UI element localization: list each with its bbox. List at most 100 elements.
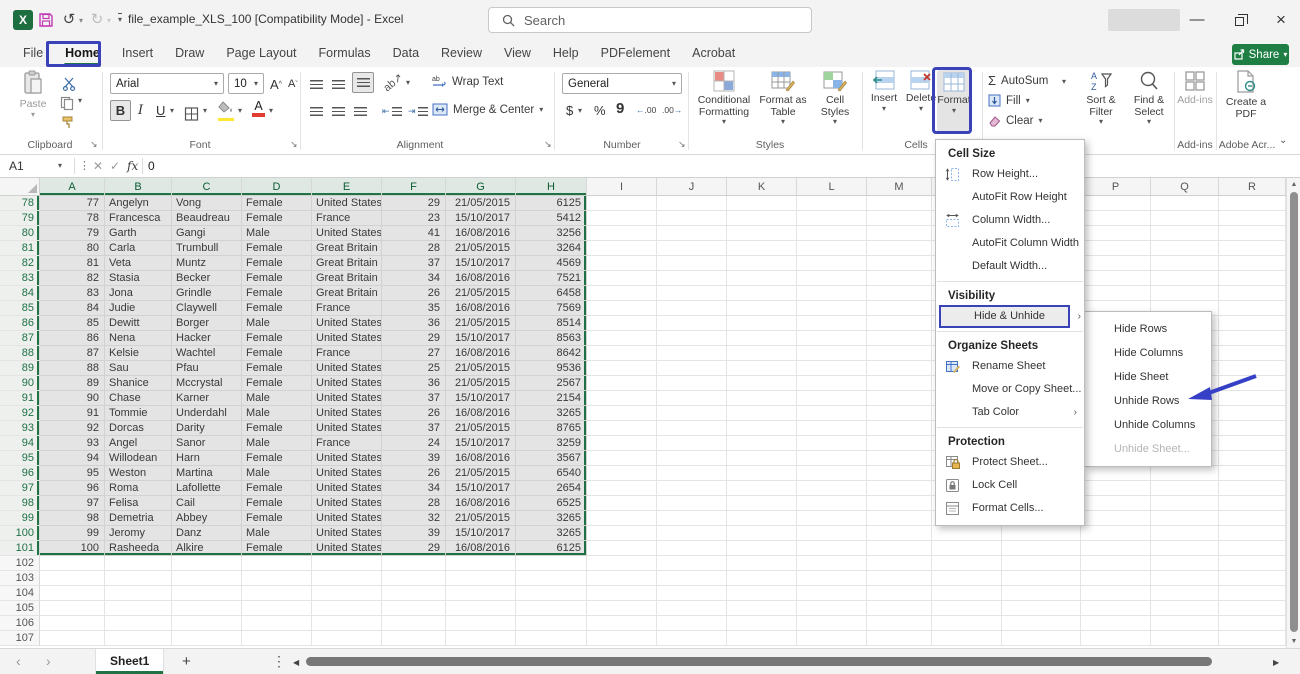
cell-R90[interactable] bbox=[1219, 376, 1286, 391]
row-header-80[interactable]: 80 bbox=[0, 226, 40, 241]
cell-N101[interactable] bbox=[932, 541, 1002, 556]
cell-R103[interactable] bbox=[1219, 571, 1286, 586]
cell-I82[interactable] bbox=[587, 256, 657, 271]
cell-B104[interactable] bbox=[105, 586, 172, 601]
vertical-scrollbar[interactable]: ▲ ▼ bbox=[1286, 178, 1300, 648]
cell-R105[interactable] bbox=[1219, 601, 1286, 616]
cell-D104[interactable] bbox=[242, 586, 312, 601]
row-header-78[interactable]: 78 bbox=[0, 196, 40, 211]
cell-J82[interactable] bbox=[657, 256, 727, 271]
cell-A99[interactable]: 98 bbox=[40, 511, 105, 526]
cell-F94[interactable]: 24 bbox=[382, 436, 446, 451]
cell-R95[interactable] bbox=[1219, 451, 1286, 466]
cell-J92[interactable] bbox=[657, 406, 727, 421]
cell-H91[interactable]: 2154 bbox=[516, 391, 587, 406]
cell-C87[interactable]: Hacker bbox=[172, 331, 242, 346]
cell-L88[interactable] bbox=[797, 346, 867, 361]
row-header-85[interactable]: 85 bbox=[0, 301, 40, 316]
ribbon-collapse-icon[interactable]: ⌄ bbox=[1279, 135, 1287, 146]
cell-M90[interactable] bbox=[867, 376, 932, 391]
cell-O101[interactable] bbox=[1002, 541, 1081, 556]
cell-E101[interactable]: United States bbox=[312, 541, 382, 556]
cell-C80[interactable]: Gangi bbox=[172, 226, 242, 241]
cell-D83[interactable]: Female bbox=[242, 271, 312, 286]
cell-R87[interactable] bbox=[1219, 331, 1286, 346]
cell-O105[interactable] bbox=[1002, 601, 1081, 616]
cell-J104[interactable] bbox=[657, 586, 727, 601]
cell-K107[interactable] bbox=[727, 631, 797, 646]
cell-L93[interactable] bbox=[797, 421, 867, 436]
cell-K95[interactable] bbox=[727, 451, 797, 466]
cell-A90[interactable]: 89 bbox=[40, 376, 105, 391]
scroll-up-icon[interactable]: ▲ bbox=[1287, 181, 1300, 188]
cell-D84[interactable]: Female bbox=[242, 286, 312, 301]
cell-H83[interactable]: 7521 bbox=[516, 271, 587, 286]
cell-H99[interactable]: 3265 bbox=[516, 511, 587, 526]
undo-icon[interactable]: ↺ bbox=[60, 9, 78, 31]
cell-B105[interactable] bbox=[105, 601, 172, 616]
cell-A82[interactable]: 81 bbox=[40, 256, 105, 271]
cell-N104[interactable] bbox=[932, 586, 1002, 601]
cell-K94[interactable] bbox=[727, 436, 797, 451]
cell-O104[interactable] bbox=[1002, 586, 1081, 601]
cell-H85[interactable]: 7569 bbox=[516, 301, 587, 316]
cell-H107[interactable] bbox=[516, 631, 587, 646]
cell-R104[interactable] bbox=[1219, 586, 1286, 601]
undo-dropdown-icon[interactable]: ▾ bbox=[79, 16, 83, 25]
row-header-95[interactable]: 95 bbox=[0, 451, 40, 466]
cell-B100[interactable]: Jeromy bbox=[105, 526, 172, 541]
cell-G94[interactable]: 15/10/2017 bbox=[446, 436, 516, 451]
cell-G87[interactable]: 15/10/2017 bbox=[446, 331, 516, 346]
cell-J101[interactable] bbox=[657, 541, 727, 556]
top-align-button[interactable] bbox=[310, 74, 323, 94]
cell-D92[interactable]: Male bbox=[242, 406, 312, 421]
accounting-dropdown-icon[interactable]: ▾ bbox=[578, 107, 582, 115]
cell-D81[interactable]: Female bbox=[242, 241, 312, 256]
cell-F97[interactable]: 34 bbox=[382, 481, 446, 496]
middle-align-button[interactable] bbox=[332, 74, 345, 94]
increase-font-size-button[interactable]: A^ bbox=[270, 74, 282, 94]
cell-H82[interactable]: 4569 bbox=[516, 256, 587, 271]
cell-F99[interactable]: 32 bbox=[382, 511, 446, 526]
cell-F102[interactable] bbox=[382, 556, 446, 571]
cell-G90[interactable]: 21/05/2015 bbox=[446, 376, 516, 391]
cell-K105[interactable] bbox=[727, 601, 797, 616]
align-right-button[interactable] bbox=[354, 101, 367, 121]
cancel-icon[interactable]: ✕ bbox=[93, 155, 103, 177]
column-header-M[interactable]: M bbox=[867, 178, 932, 196]
cell-A92[interactable]: 91 bbox=[40, 406, 105, 421]
cell-E90[interactable]: United States bbox=[312, 376, 382, 391]
cell-B84[interactable]: Jona bbox=[105, 286, 172, 301]
cell-F82[interactable]: 37 bbox=[382, 256, 446, 271]
cell-Q79[interactable] bbox=[1151, 211, 1219, 226]
cell-G85[interactable]: 16/08/2016 bbox=[446, 301, 516, 316]
enter-check-icon[interactable]: ✓ bbox=[110, 155, 120, 177]
cell-M98[interactable] bbox=[867, 496, 932, 511]
cell-H87[interactable]: 8563 bbox=[516, 331, 587, 346]
cell-L102[interactable] bbox=[797, 556, 867, 571]
fill-button[interactable]: Fill▾ bbox=[988, 94, 1030, 107]
tab-page-layout[interactable]: Page Layout bbox=[215, 40, 307, 67]
sheet-options-icon[interactable]: ⋮ bbox=[272, 649, 286, 674]
add-ins-button[interactable]: Add-ins bbox=[1176, 70, 1214, 107]
submenu-item-hide-columns[interactable]: Hide Columns bbox=[1085, 341, 1211, 365]
cell-G83[interactable]: 16/08/2016 bbox=[446, 271, 516, 286]
cell-J85[interactable] bbox=[657, 301, 727, 316]
redo-dropdown-icon[interactable]: ▾ bbox=[107, 16, 111, 25]
cell-E105[interactable] bbox=[312, 601, 382, 616]
cell-D79[interactable]: Female bbox=[242, 211, 312, 226]
cell-A96[interactable]: 95 bbox=[40, 466, 105, 481]
cell-F103[interactable] bbox=[382, 571, 446, 586]
cell-E85[interactable]: France bbox=[312, 301, 382, 316]
cell-I89[interactable] bbox=[587, 361, 657, 376]
row-header-88[interactable]: 88 bbox=[0, 346, 40, 361]
italic-button[interactable]: I bbox=[138, 100, 143, 120]
cell-Q98[interactable] bbox=[1151, 496, 1219, 511]
row-header-79[interactable]: 79 bbox=[0, 211, 40, 226]
column-header-K[interactable]: K bbox=[727, 178, 797, 196]
cell-L78[interactable] bbox=[797, 196, 867, 211]
cell-M79[interactable] bbox=[867, 211, 932, 226]
column-header-G[interactable]: G bbox=[446, 178, 516, 196]
cell-B81[interactable]: Carla bbox=[105, 241, 172, 256]
insert-cells-button[interactable]: Insert ▾ bbox=[866, 70, 902, 113]
